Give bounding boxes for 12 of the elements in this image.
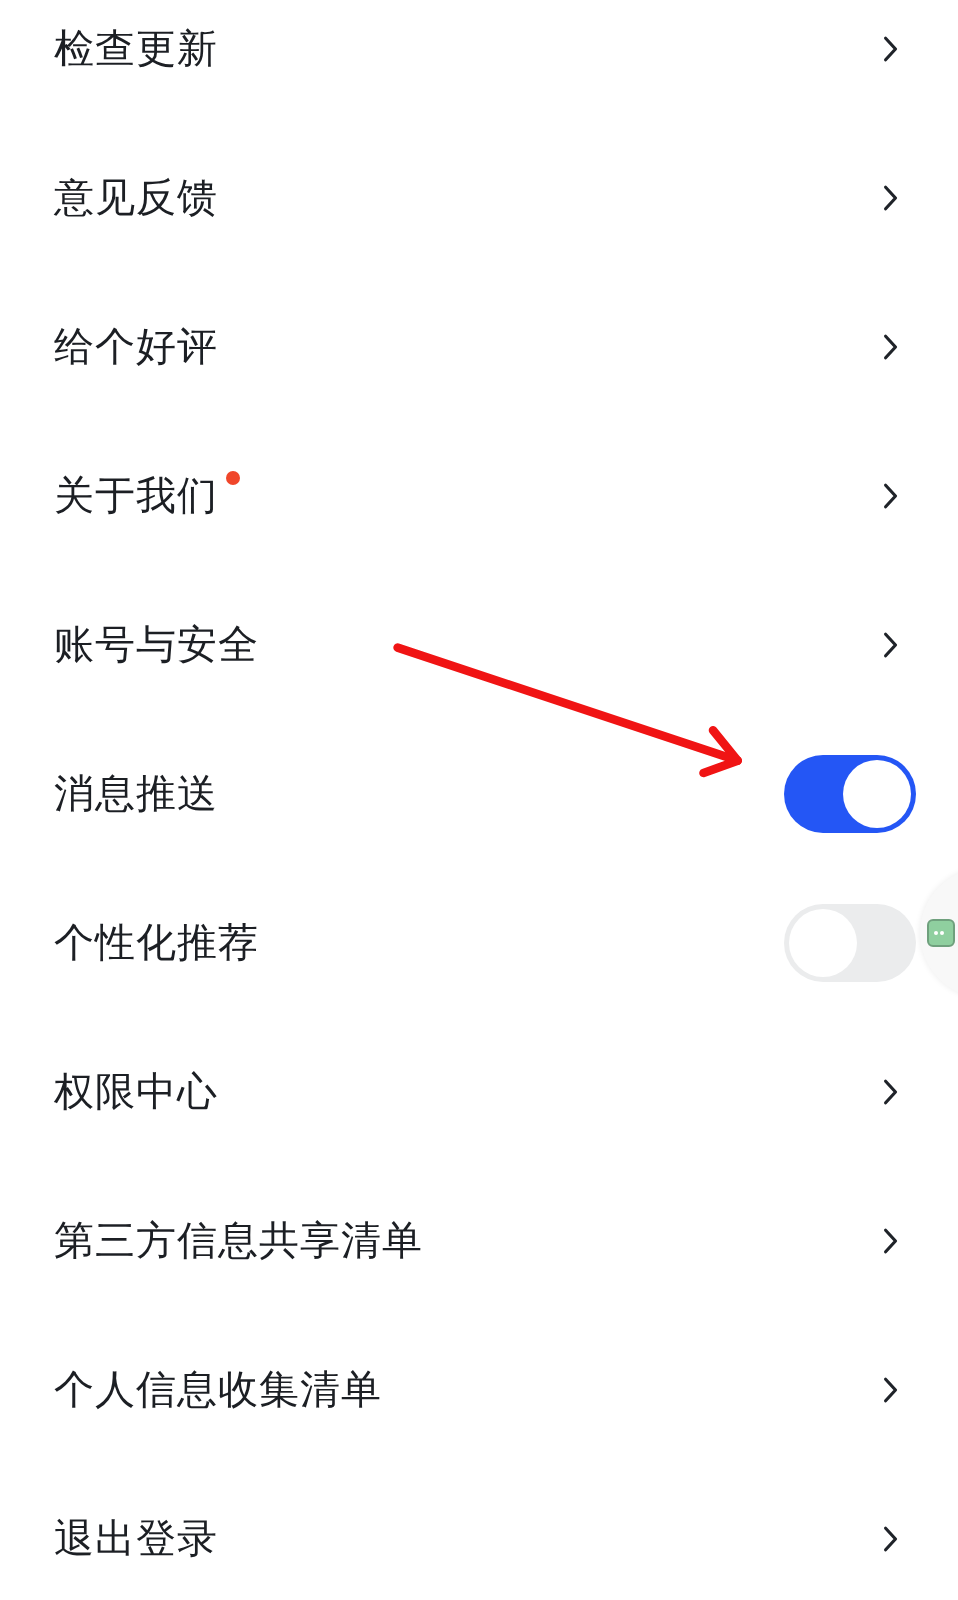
setting-label: 关于我们: [54, 471, 218, 520]
setting-label: 权限中心: [54, 1067, 218, 1116]
setting-label: 账号与安全: [54, 620, 259, 669]
setting-label: 个性化推荐: [54, 918, 259, 967]
setting-label: 消息推送: [54, 769, 218, 818]
setting-label: 给个好评: [54, 322, 218, 371]
setting-label: 退出登录: [54, 1514, 218, 1563]
setting-label: 第三方信息共享清单: [54, 1216, 423, 1265]
setting-label: 意见反馈: [54, 173, 218, 222]
chat-icon: [926, 918, 956, 948]
setting-label: 检查更新: [54, 24, 218, 73]
setting-label: 个人信息收集清单: [54, 1365, 382, 1414]
